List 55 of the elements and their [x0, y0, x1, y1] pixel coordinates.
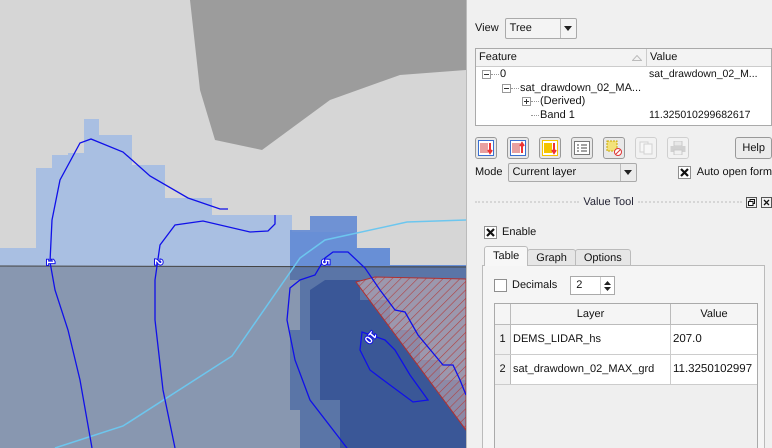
help-button[interactable]: Help: [735, 137, 772, 159]
view-label: View: [475, 20, 499, 36]
tree-item[interactable]: Band 1: [539, 108, 577, 122]
tree-value: sat_drawdown_02_M...: [648, 68, 758, 82]
toolbar-button[interactable]: [539, 137, 561, 159]
auto-open-checkbox[interactable]: [678, 166, 691, 179]
contour-label: 5: [319, 258, 332, 266]
copy-icon: [639, 141, 653, 155]
decimals-label: Decimals: [512, 278, 558, 294]
decimals-checkbox[interactable]: [494, 279, 507, 292]
sort-icon: [632, 54, 642, 60]
tab[interactable]: Graph: [527, 249, 576, 266]
toolbar-button[interactable]: [475, 137, 497, 159]
panel-title: Value Tool: [583, 194, 634, 210]
expand-icon[interactable]: [522, 97, 531, 106]
column-header[interactable]: Value: [671, 304, 757, 324]
decimals-spinbox[interactable]: 2: [570, 276, 616, 295]
collapse-icon[interactable]: [482, 70, 491, 80]
table-cell: sat_drawdown_02_MAX_grd: [511, 355, 671, 384]
tab[interactable]: Table: [484, 246, 528, 266]
column-header[interactable]: Value: [647, 49, 678, 66]
collapse-icon[interactable]: [502, 84, 511, 93]
view-dropdown[interactable]: Tree: [504, 18, 577, 38]
tab[interactable]: Options: [574, 249, 631, 266]
close-button[interactable]: [761, 196, 772, 208]
toolbar-button[interactable]: [571, 137, 593, 159]
table-cell-text: 207.0: [672, 332, 703, 347]
tree-item[interactable]: 0: [499, 68, 508, 82]
row-header: 1: [495, 325, 511, 354]
spin-down-icon: [604, 286, 612, 290]
contour-label: 2: [152, 258, 164, 266]
tree-item[interactable]: sat_drawdown_02_MA...: [519, 82, 644, 95]
row-header: 2: [495, 355, 511, 384]
tree-item[interactable]: (Derived): [539, 95, 588, 108]
spin-up-icon: [604, 280, 612, 284]
column-header[interactable]: Layer: [511, 304, 671, 324]
table-cell: DEMS_LIDAR_hs: [511, 325, 671, 354]
toolbar-button[interactable]: [603, 137, 625, 159]
printer-icon: [670, 141, 686, 155]
tree-value: 11.325010299682617: [648, 108, 750, 122]
float-button[interactable]: [746, 196, 758, 208]
clear-selection-icon: [606, 140, 622, 156]
contour-label: 1: [44, 258, 56, 266]
list-icon: [574, 141, 590, 155]
enable-checkbox[interactable]: [484, 226, 497, 238]
caret-icon: [564, 26, 572, 30]
toolbar-button[interactable]: [507, 137, 529, 159]
column-header[interactable]: Feature: [476, 49, 647, 66]
mode-dropdown[interactable]: Current layer: [508, 163, 637, 182]
auto-open-label: Auto open form: [696, 165, 772, 180]
contour-label: 10: [362, 328, 379, 346]
caret-icon: [624, 170, 632, 175]
mode-label: Mode: [475, 165, 503, 180]
enable-label: Enable: [502, 224, 536, 240]
table-cell-text: 11.3250102997: [672, 362, 754, 377]
